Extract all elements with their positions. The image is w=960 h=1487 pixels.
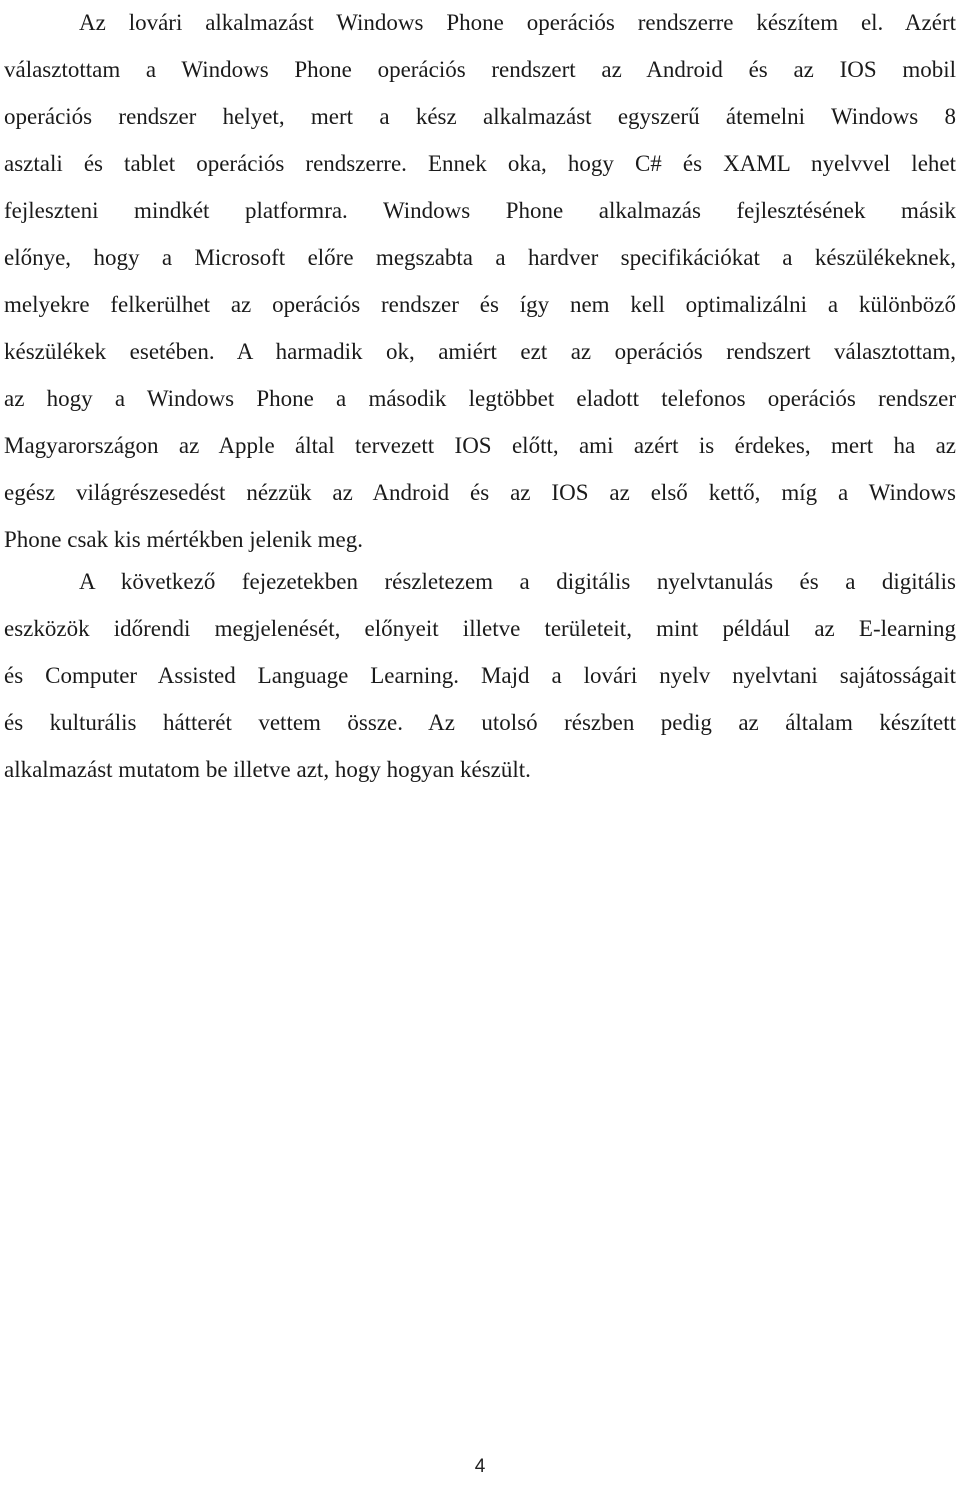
text-line: operációs rendszer helyet, mert a kész a… (4, 104, 956, 129)
text-line: eszközök időrendi megjelenését, előnyeit… (4, 616, 956, 641)
text-line: és kulturális hátterét vettem össze. Az … (4, 710, 956, 735)
text-line: asztali és tablet operációs rendszerre. … (4, 151, 956, 176)
text-line: készülékek esetében. A harmadik ok, amié… (4, 339, 956, 364)
text-line: előnye, hogy a Microsoft előre megszabta… (4, 245, 956, 270)
paragraph-1: Az lovári alkalmazást Windows Phone oper… (4, 0, 956, 563)
page-number: 4 (474, 1456, 486, 1477)
paragraph-2: A következő fejezetekben részletezem a d… (4, 558, 956, 793)
text-line: Az lovári alkalmazást Windows Phone oper… (79, 10, 956, 35)
text-line: Magyarországon az Apple által tervezett … (4, 433, 956, 458)
text-line: és Computer Assisted Language Learning. … (4, 663, 956, 688)
text-line: melyekre felkerülhet az operációs rendsz… (4, 292, 956, 317)
text-line: egész világrészesedést nézzük az Android… (4, 480, 956, 505)
text-line: választottam a Windows Phone operációs r… (4, 57, 956, 82)
text-line: az hogy a Windows Phone a második legtöb… (4, 386, 956, 411)
text-line: fejleszteni mindkét platformra. Windows … (4, 198, 956, 223)
text-line: A következő fejezetekben részletezem a d… (79, 569, 956, 594)
text-line: alkalmazást mutatom be illetve azt, hogy… (4, 757, 531, 782)
text-line: Phone csak kis mértékben jelenik meg. (4, 527, 363, 552)
